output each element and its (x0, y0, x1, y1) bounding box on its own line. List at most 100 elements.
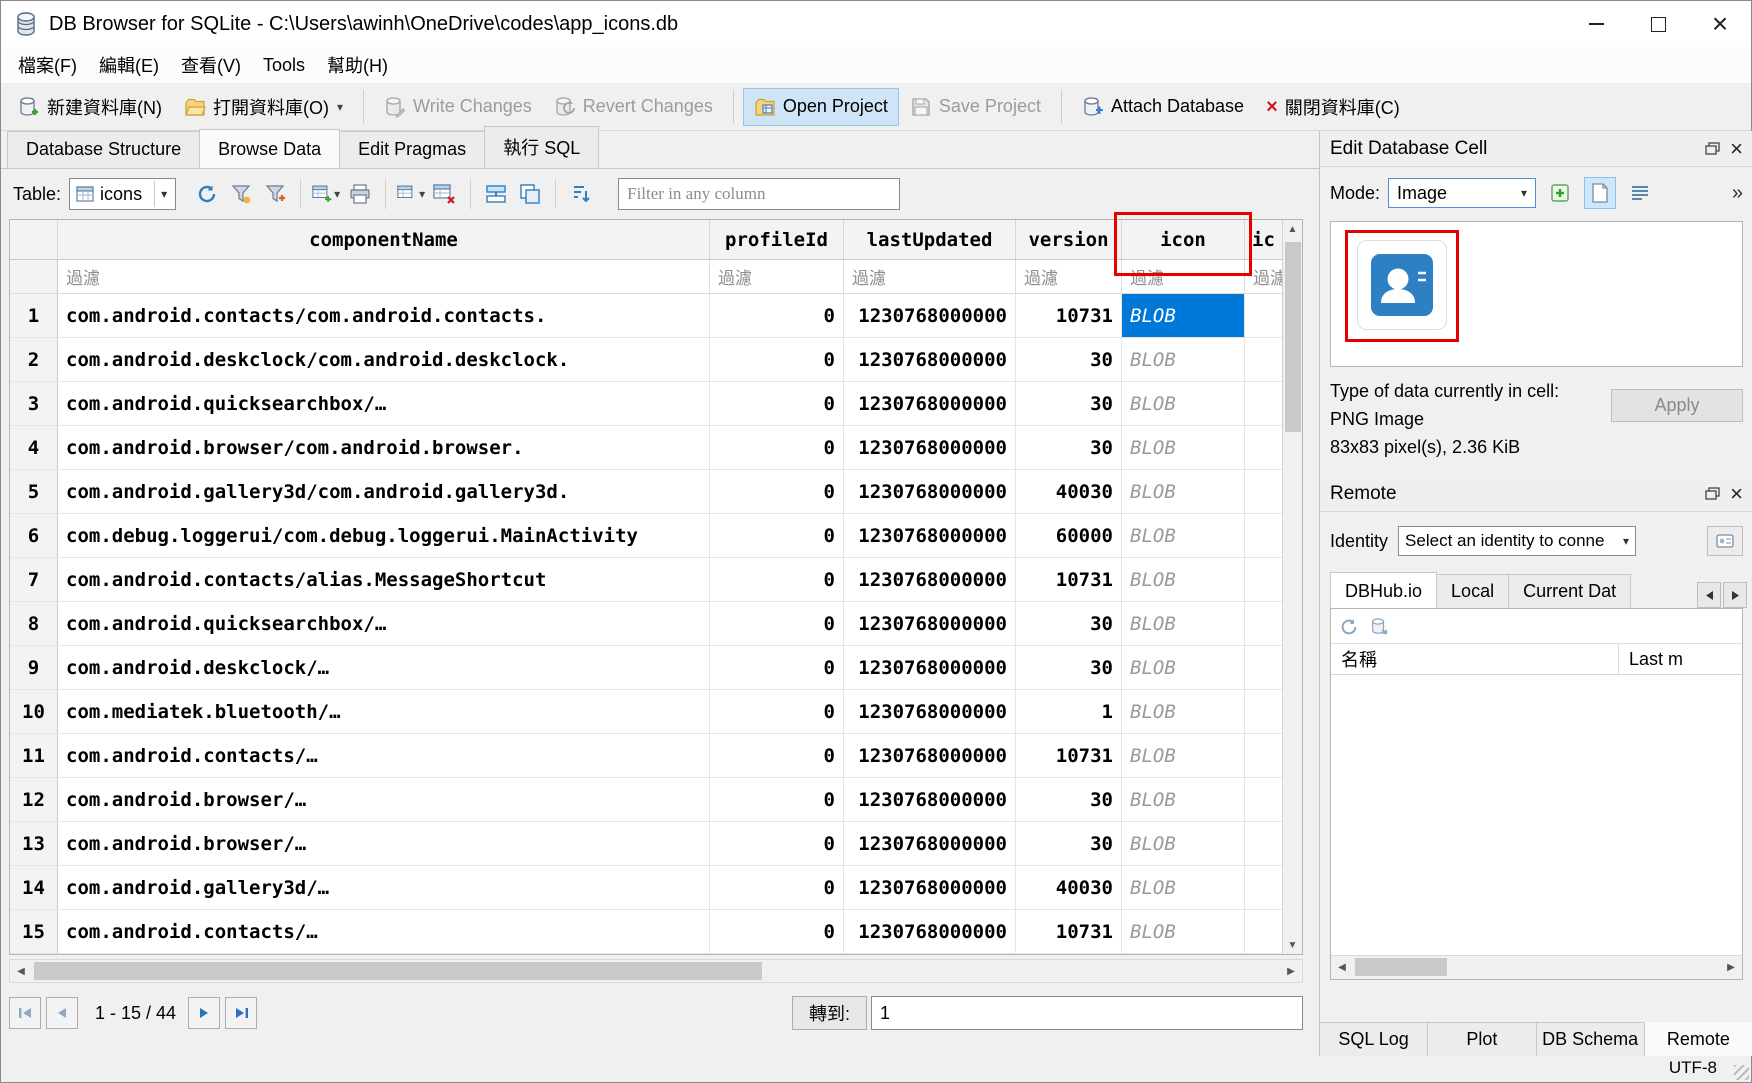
menu-item[interactable]: 編輯(E) (88, 47, 170, 83)
tab-scroll-left-icon[interactable] (1697, 582, 1721, 608)
open-project-button[interactable]: Open Project (743, 88, 899, 126)
filter-profileId[interactable]: 過濾 (710, 260, 844, 293)
table-row[interactable]: 14 com.android.gallery3d/… 0 12307680000… (10, 866, 1302, 910)
cell-componentName[interactable]: com.android.gallery3d/com.android.galler… (58, 470, 710, 513)
new-record-dropdown-icon[interactable]: ▾ (334, 187, 340, 201)
previous-page-button[interactable] (46, 997, 78, 1029)
cell-componentName[interactable]: com.android.browser/com.android.browser. (58, 426, 710, 469)
goto-button[interactable]: 轉到: (792, 996, 867, 1030)
row-number[interactable]: 9 (10, 646, 58, 689)
minimize-button[interactable] (1565, 1, 1627, 47)
cell-icon-blob[interactable]: BLOB (1122, 910, 1245, 953)
write-changes-button[interactable]: Write Changes (373, 88, 543, 126)
cell-icon-blob[interactable]: BLOB (1122, 866, 1245, 909)
cell-componentName[interactable]: com.android.deskclock/com.android.deskcl… (58, 338, 710, 381)
grid-vertical-scrollbar[interactable]: ▲ ▼ (1282, 220, 1302, 954)
cell-version[interactable]: 30 (1016, 778, 1122, 821)
table-row[interactable]: 3 com.android.quicksearchbox/… 0 1230768… (10, 382, 1302, 426)
remote-column-last-modified[interactable]: Last m (1619, 644, 1742, 674)
column-header-profileId[interactable]: profileId (710, 220, 844, 259)
table-row[interactable]: 4 com.android.browser/com.android.browse… (10, 426, 1302, 470)
cell-icon-blob[interactable]: BLOB (1122, 514, 1245, 557)
row-number[interactable]: 11 (10, 734, 58, 777)
cell-profileId[interactable]: 0 (710, 338, 844, 381)
maximize-button[interactable] (1627, 1, 1689, 47)
cell-version[interactable]: 30 (1016, 338, 1122, 381)
remote-clone-database-icon[interactable] (1369, 617, 1389, 637)
row-number[interactable]: 8 (10, 602, 58, 645)
import-identity-button[interactable] (1707, 526, 1743, 556)
cell-lastUpdated[interactable]: 1230768000000 (844, 338, 1016, 381)
cell-version[interactable]: 30 (1016, 382, 1122, 425)
revert-changes-button[interactable]: Revert Changes (543, 88, 724, 126)
scroll-down-icon[interactable]: ▼ (1283, 936, 1302, 954)
cell-lastUpdated[interactable]: 1230768000000 (844, 294, 1016, 337)
cell-version[interactable]: 10731 (1016, 734, 1122, 777)
first-page-button[interactable] (9, 997, 41, 1029)
row-number[interactable]: 5 (10, 470, 58, 513)
remote-scroll-track[interactable] (1353, 956, 1720, 979)
scroll-left-icon[interactable]: ◀ (1331, 956, 1353, 979)
scroll-left-icon[interactable]: ◀ (10, 960, 32, 982)
duplicate-record-button[interactable] (515, 179, 545, 209)
table-row[interactable]: 7 com.android.contacts/alias.MessageShor… (10, 558, 1302, 602)
cell-lastUpdated[interactable]: 1230768000000 (844, 778, 1016, 821)
cell-lastUpdated[interactable]: 1230768000000 (844, 910, 1016, 953)
menu-item[interactable]: Tools (252, 50, 316, 81)
column-header-version[interactable]: version (1016, 220, 1122, 259)
main-tab[interactable]: 執行 SQL (484, 126, 599, 168)
cell-componentName[interactable]: com.android.contacts/… (58, 734, 710, 777)
last-page-button[interactable] (225, 997, 257, 1029)
cell-ic-partial[interactable] (1245, 514, 1282, 557)
table-row[interactable]: 1 com.android.contacts/com.android.conta… (10, 294, 1302, 338)
save-filter-icon[interactable] (260, 179, 290, 209)
cell-componentName[interactable]: com.android.gallery3d/… (58, 866, 710, 909)
cell-componentName[interactable]: com.android.quicksearchbox/… (58, 382, 710, 425)
resize-grip[interactable] (1734, 1065, 1749, 1080)
cell-ic-partial[interactable] (1245, 294, 1282, 337)
filter-componentName[interactable]: 過濾 (58, 260, 710, 293)
table-row[interactable]: 9 com.android.deskclock/… 0 123076800000… (10, 646, 1302, 690)
tab-scroll-right-icon[interactable] (1723, 582, 1747, 608)
cell-lastUpdated[interactable]: 1230768000000 (844, 690, 1016, 733)
save-table-button[interactable]: ▾ (396, 179, 426, 209)
row-number[interactable]: 13 (10, 822, 58, 865)
cell-profileId[interactable]: 0 (710, 910, 844, 953)
cell-profileId[interactable]: 0 (710, 602, 844, 645)
cell-icon-blob[interactable]: BLOB (1122, 470, 1245, 513)
row-number[interactable]: 15 (10, 910, 58, 953)
table-row[interactable]: 15 com.android.contacts/… 0 123076800000… (10, 910, 1302, 954)
close-panel-icon[interactable]: × (1730, 483, 1743, 505)
row-number[interactable]: 6 (10, 514, 58, 557)
open-database-dropdown-icon[interactable]: ▾ (337, 100, 343, 114)
open-database-button[interactable]: 打開資料庫(O) ▾ (173, 86, 354, 128)
save-project-button[interactable]: Save Project (899, 88, 1052, 126)
cell-ic-partial[interactable] (1245, 690, 1282, 733)
encoding-indicator[interactable]: UTF-8 (1669, 1058, 1717, 1078)
float-panel-icon[interactable] (1705, 142, 1720, 155)
cell-profileId[interactable]: 0 (710, 382, 844, 425)
table-row[interactable]: 10 com.mediatek.bluetooth/… 0 1230768000… (10, 690, 1302, 734)
grid-corner-cell[interactable] (10, 220, 58, 259)
menu-item[interactable]: 檔案(F) (7, 47, 88, 83)
cell-profileId[interactable]: 0 (710, 866, 844, 909)
table-row[interactable]: 2 com.android.deskclock/com.android.desk… (10, 338, 1302, 382)
filter-version[interactable]: 過濾 (1016, 260, 1122, 293)
column-header-icon[interactable]: icon (1122, 220, 1245, 259)
cell-ic-partial[interactable] (1245, 778, 1282, 821)
row-number[interactable]: 10 (10, 690, 58, 733)
dock-tab[interactable]: Remote (1645, 1022, 1752, 1056)
main-tab[interactable]: Browse Data (199, 129, 340, 168)
float-panel-icon[interactable] (1705, 487, 1720, 500)
remote-tab[interactable]: Current Dat (1508, 574, 1631, 608)
dock-tab[interactable]: Plot (1428, 1023, 1536, 1056)
remote-horizontal-scrollbar[interactable]: ◀ ▶ (1331, 955, 1742, 979)
table-row[interactable]: 8 com.android.quicksearchbox/… 0 1230768… (10, 602, 1302, 646)
column-header-lastUpdated[interactable]: lastUpdated (844, 220, 1016, 259)
cell-componentName[interactable]: com.android.contacts/… (58, 910, 710, 953)
row-number[interactable]: 1 (10, 294, 58, 337)
table-select[interactable]: icons ▾ (69, 178, 176, 210)
cell-icon-blob[interactable]: BLOB (1122, 778, 1245, 821)
cell-icon-blob[interactable]: BLOB (1122, 646, 1245, 689)
cell-version[interactable]: 10731 (1016, 910, 1122, 953)
